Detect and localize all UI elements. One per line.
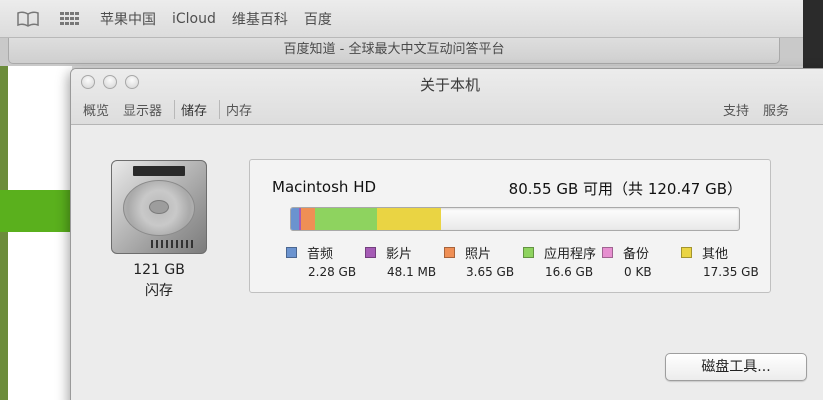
drive-capacity: 121 GB <box>133 262 185 278</box>
movies-swatch <box>365 246 376 258</box>
legend-label: 音频 <box>307 246 334 262</box>
storage-legend: 音频 2.28 GB 影片 48.1 MB 照片 3.65 GB 应用程序 16… <box>286 243 760 279</box>
window-title: 关于本机 <box>419 76 480 94</box>
bookmark-baidu[interactable]: 百度 <box>304 9 332 29</box>
bookmark-wikipedia[interactable]: 维基百科 <box>232 9 288 29</box>
disk-utility-button[interactable]: 磁盘工具... <box>665 353 807 381</box>
usage-segment-5 <box>376 208 442 230</box>
drive-type: 闪存 <box>145 283 173 299</box>
drive-label-plate <box>133 166 185 176</box>
drive-vents <box>151 240 193 248</box>
usage-segment-3 <box>314 208 377 230</box>
legend-label: 其他 <box>702 246 729 262</box>
disk-name: Macintosh HD <box>272 178 377 196</box>
top-sites-icon[interactable] <box>56 9 84 29</box>
browser-tab-active[interactable]: 百度知道 - 全球最大中文互动问答平台 <box>8 38 780 64</box>
legend-size: 48.1 MB <box>387 265 437 279</box>
about-this-mac-window: 关于本机 概览 显示器 储存 内存 支持 服务 121 GB 闪存 Macint… <box>70 68 823 400</box>
legend-size: 0 KB <box>624 265 652 279</box>
reading-list-icon[interactable] <box>14 9 42 29</box>
legend-item-audio: 音频 2.28 GB <box>286 243 365 279</box>
legend-item-apps: 应用程序 16.6 GB <box>523 243 602 279</box>
tab-support[interactable]: 支持 <box>723 100 749 119</box>
legend-size: 17.35 GB <box>703 265 759 279</box>
window-right-links: 支持 服务 <box>723 100 789 119</box>
window-titlebar: 关于本机 概览 显示器 储存 内存 支持 服务 <box>71 69 823 125</box>
photos-swatch <box>444 246 455 258</box>
tab-displays[interactable]: 显示器 <box>121 100 168 119</box>
disk-free-space: 80.55 GB 可用（共 120.47 GB） <box>508 180 742 198</box>
audio-swatch <box>286 246 297 258</box>
tab-overview[interactable]: 概览 <box>81 100 115 119</box>
legend-item-photos: 照片 3.65 GB <box>444 243 523 279</box>
hard-drive-icon <box>111 160 207 254</box>
tab-service[interactable]: 服务 <box>763 100 789 119</box>
window-tab-bar: 概览 显示器 储存 内存 <box>81 100 264 119</box>
backups-swatch <box>602 246 613 258</box>
drive-hub <box>149 200 169 214</box>
storage-content: 121 GB 闪存 Macintosh HD 80.55 GB 可用（共 120… <box>71 126 823 400</box>
tab-storage[interactable]: 储存 <box>174 100 213 119</box>
tab-memory[interactable]: 内存 <box>219 100 258 119</box>
apps-swatch <box>523 246 534 258</box>
legend-label: 应用程序 <box>544 246 597 262</box>
storage-panel: Macintosh HD 80.55 GB 可用（共 120.47 GB） 音频… <box>249 159 771 293</box>
storage-usage-bar <box>290 207 740 231</box>
usage-segment-0 <box>291 208 300 230</box>
bookmarks-bar: 苹果中国 iCloud 维基百科 百度 <box>0 0 803 38</box>
legend-label: 影片 <box>386 246 413 262</box>
legend-size: 3.65 GB <box>466 265 515 279</box>
bookmark-icloud[interactable]: iCloud <box>172 11 216 27</box>
legend-size: 2.28 GB <box>308 265 357 279</box>
legend-item-movies: 影片 48.1 MB <box>365 243 444 279</box>
legend-label: 照片 <box>465 246 492 262</box>
usage-segment-2 <box>301 208 315 230</box>
legend-size: 16.6 GB <box>545 265 594 279</box>
browser-page-green-bar <box>0 190 72 232</box>
other-swatch <box>681 246 692 258</box>
browser-tab-row: 百度知道 - 全球最大中文互动问答平台 <box>0 38 803 66</box>
legend-item-backups: 备份 0 KB <box>602 243 681 279</box>
bookmark-apple-china[interactable]: 苹果中国 <box>100 9 156 29</box>
legend-item-other: 其他 17.35 GB <box>681 243 760 279</box>
legend-label: 备份 <box>623 246 650 262</box>
